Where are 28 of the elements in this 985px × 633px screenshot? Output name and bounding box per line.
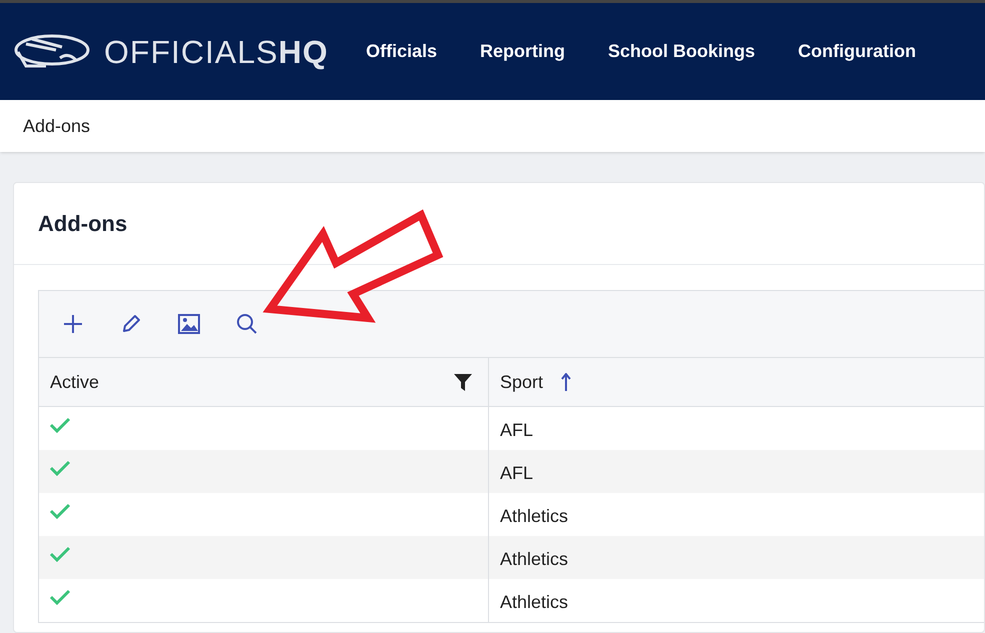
nav-link[interactable]: Configuration: [798, 38, 916, 65]
table-cell-text: Athletics: [500, 505, 568, 528]
table-row[interactable]: Athletics: [39, 536, 984, 579]
nav-link[interactable]: Officials: [366, 38, 438, 65]
column-header[interactable]: Sport: [489, 358, 984, 406]
edit-button[interactable]: [120, 313, 142, 335]
image-icon: [178, 314, 200, 334]
column-title: Sport: [500, 370, 544, 394]
nav-link[interactable]: Reporting: [480, 38, 566, 65]
add-button[interactable]: [62, 313, 84, 335]
image-button[interactable]: [178, 313, 200, 335]
column-header[interactable]: Active: [39, 358, 489, 406]
table-cell-text: Athletics: [500, 591, 568, 614]
search-icon: [236, 313, 258, 335]
nav-link[interactable]: School Bookings: [608, 38, 756, 65]
breadcrumb-text: Add-ons: [23, 114, 90, 138]
plus-icon: [62, 313, 84, 335]
table-row[interactable]: AFL: [39, 450, 984, 493]
column-title: Active: [50, 370, 100, 394]
search-button[interactable]: [236, 313, 258, 335]
brand-name: OFFICIALSHQ: [104, 36, 330, 68]
filter-icon[interactable]: [454, 373, 472, 391]
table-cell-text: AFL: [500, 419, 534, 442]
card-title: Add-ons: [38, 210, 128, 238]
table-cell-text: AFL: [500, 462, 534, 485]
pencil-icon: [120, 313, 142, 335]
table-cell-text: Athletics: [500, 548, 568, 571]
sort-arrow-icon[interactable]: [561, 373, 572, 391]
